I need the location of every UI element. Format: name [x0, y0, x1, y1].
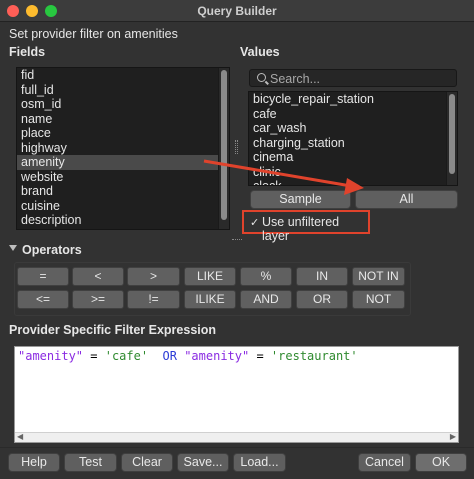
- value-item[interactable]: cinema: [249, 150, 457, 165]
- operator-button[interactable]: <: [72, 267, 124, 286]
- operator-button[interactable]: <=: [17, 290, 69, 309]
- all-button[interactable]: All: [355, 190, 458, 209]
- values-scrollbar[interactable]: [446, 92, 457, 185]
- expression-token: 'restaurant': [270, 349, 358, 363]
- fields-scroll-thumb[interactable]: [221, 70, 227, 220]
- field-item[interactable]: fid: [17, 68, 229, 83]
- expression-token: 'cafe': [104, 349, 149, 363]
- cancel-button[interactable]: Cancel: [358, 453, 411, 472]
- values-search-box[interactable]: [249, 69, 457, 87]
- expression-token: =: [83, 349, 105, 363]
- expression-heading: Provider Specific Filter Expression: [9, 323, 217, 337]
- fields-heading: Fields: [9, 45, 46, 59]
- dialog-heading: Set provider filter on amenities: [9, 27, 178, 41]
- expression-text: "amenity" = 'cafe' OR "amenity" = 'resta…: [18, 349, 358, 363]
- field-item[interactable]: cuisine: [17, 199, 229, 214]
- field-item[interactable]: name: [17, 112, 229, 127]
- collapse-operators-icon[interactable]: [9, 245, 17, 251]
- clear-button[interactable]: Clear: [121, 453, 173, 472]
- field-item[interactable]: full_id: [17, 83, 229, 98]
- use-unfiltered-layer-checkbox[interactable]: ✓ Use unfiltered layer: [242, 210, 370, 243]
- values-list[interactable]: bicycle_repair_station cafe car_wash chargi…: [248, 91, 458, 186]
- save-button[interactable]: Save...: [177, 453, 229, 472]
- expression-hscrollbar[interactable]: ◀ ▶: [15, 432, 458, 442]
- value-item[interactable]: cafe: [249, 107, 457, 122]
- expression-editor[interactable]: "amenity" = 'cafe' OR "amenity" = 'resta…: [14, 346, 459, 443]
- field-item[interactable]: osm_id: [17, 97, 229, 112]
- operator-button[interactable]: NOT: [352, 290, 405, 309]
- load-button[interactable]: Load...: [233, 453, 286, 472]
- operator-button[interactable]: LIKE: [184, 267, 236, 286]
- vertical-splitter-handle[interactable]: [232, 239, 242, 240]
- title-bar: Query Builder: [0, 0, 474, 22]
- operator-button[interactable]: OR: [296, 290, 348, 309]
- operator-button[interactable]: ILIKE: [184, 290, 236, 309]
- use-unfiltered-layer-label: Use unfiltered layer: [262, 215, 340, 243]
- test-button[interactable]: Test: [64, 453, 117, 472]
- operators-heading: Operators: [22, 243, 82, 257]
- value-item[interactable]: car_wash: [249, 121, 457, 136]
- operator-button[interactable]: =: [17, 267, 69, 286]
- values-heading: Values: [240, 45, 280, 59]
- operator-button[interactable]: IN: [296, 267, 348, 286]
- value-item[interactable]: clock: [249, 179, 457, 185]
- ok-button[interactable]: OK: [415, 453, 467, 472]
- value-item[interactable]: bicycle_repair_station: [249, 92, 457, 107]
- expression-token: "amenity": [184, 349, 250, 363]
- splitter-handle[interactable]: [235, 140, 238, 154]
- value-item[interactable]: clinic: [249, 165, 457, 180]
- field-item[interactable]: website: [17, 170, 229, 185]
- checkmark-icon: ✓: [250, 217, 260, 229]
- field-item[interactable]: amenity: [17, 155, 229, 170]
- field-item[interactable]: place: [17, 126, 229, 141]
- field-item[interactable]: brand: [17, 184, 229, 199]
- operator-button[interactable]: %: [240, 267, 292, 286]
- values-scroll-thumb[interactable]: [449, 94, 455, 174]
- operator-button[interactable]: >: [127, 267, 180, 286]
- values-search-input[interactable]: [270, 71, 450, 86]
- scroll-right-icon[interactable]: ▶: [450, 432, 456, 441]
- footer-divider: [0, 447, 474, 448]
- search-icon: [257, 73, 266, 82]
- fields-scrollbar[interactable]: [218, 68, 229, 229]
- expression-token: OR: [148, 349, 185, 363]
- expression-token: =: [249, 349, 271, 363]
- fields-list[interactable]: fid full_id osm_id name place highway amenity w…: [16, 67, 230, 230]
- sample-button[interactable]: Sample: [250, 190, 351, 209]
- help-button[interactable]: Help: [8, 453, 60, 472]
- expression-token: "amenity": [18, 349, 84, 363]
- operator-button[interactable]: >=: [72, 290, 124, 309]
- window-title: Query Builder: [197, 4, 277, 18]
- value-item[interactable]: charging_station: [249, 136, 457, 151]
- operator-button[interactable]: AND: [240, 290, 292, 309]
- operator-button[interactable]: NOT IN: [352, 267, 405, 286]
- field-item[interactable]: description: [17, 213, 229, 228]
- scroll-left-icon[interactable]: ◀: [17, 432, 23, 441]
- field-item[interactable]: highway: [17, 141, 229, 156]
- operator-button[interactable]: !=: [127, 290, 180, 309]
